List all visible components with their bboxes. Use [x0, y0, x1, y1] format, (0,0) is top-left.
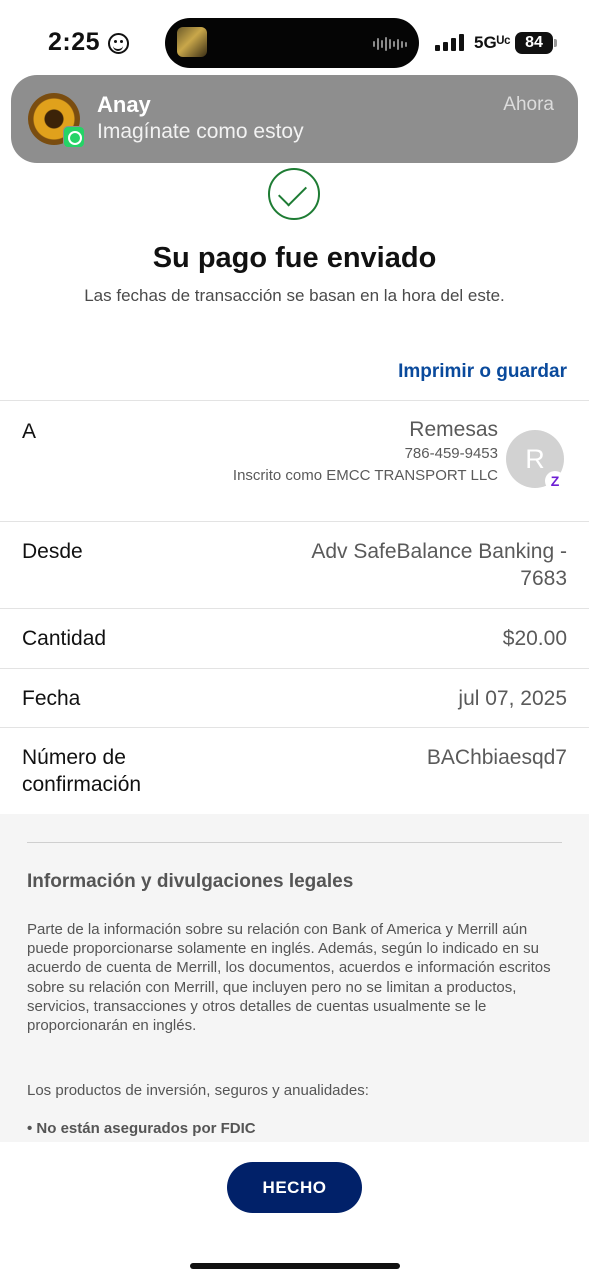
focus-smiley-icon	[108, 33, 129, 54]
notification-message: Imagínate como estoy	[97, 120, 304, 143]
amount-value: $20.00	[502, 627, 567, 650]
date-label: Fecha	[22, 687, 81, 710]
notification-time: Ahora	[503, 94, 554, 115]
status-time: 2:25	[48, 28, 101, 56]
page-subtitle: Las fechas de transacción se basan en la…	[84, 286, 505, 305]
amount-label: Cantidad	[22, 627, 107, 650]
divider	[0, 727, 589, 728]
divider	[0, 608, 589, 609]
success-check-icon	[268, 168, 320, 220]
home-indicator[interactable]	[190, 1263, 400, 1269]
recipient-name: Remesas	[409, 418, 498, 441]
notification-sender: Anay	[97, 92, 151, 117]
print-or-save-link[interactable]: Imprimir o guardar	[398, 361, 567, 383]
legal-disclosures[interactable]: Información y divulgaciones legales Part…	[0, 814, 589, 1142]
zelle-icon: Z	[545, 471, 565, 491]
recipient-phone: 786-459-9453	[404, 445, 498, 462]
now-playing-artwork	[177, 27, 207, 57]
recipient-enrolled-as: Inscrito como EMCC TRANSPORT LLC	[232, 467, 498, 484]
confirmation-label: Número de confirmación	[22, 746, 142, 796]
legal-bullet: • No están asegurados por FDIC	[27, 1120, 256, 1137]
from-label: Desde	[22, 540, 83, 563]
notification-banner[interactable]: Anay Imagínate como estoy Ahora	[11, 75, 578, 163]
legal-divider	[27, 842, 562, 843]
page-title: Su pago fue enviado	[152, 242, 437, 274]
legal-products-intro: Los productos de inversión, seguros y an…	[27, 1082, 369, 1099]
legal-title: Información y divulgaciones legales	[27, 871, 354, 892]
divider	[0, 521, 589, 522]
dynamic-island[interactable]	[165, 18, 419, 68]
done-button[interactable]: HECHO	[227, 1162, 362, 1213]
date-value: jul 07, 2025	[458, 687, 567, 710]
battery-cap	[554, 39, 557, 47]
legal-paragraph: Parte de la información sobre su relació…	[27, 921, 551, 1035]
divider	[0, 668, 589, 669]
whatsapp-icon	[63, 126, 85, 148]
network-type: 5Gᵁᶜ	[474, 33, 511, 52]
to-label: A	[22, 420, 37, 443]
confirmation-value: BAChbiaesqd7	[426, 746, 567, 769]
from-account-value: Adv SafeBalance Banking - 7683	[311, 540, 567, 590]
audio-waveform-icon	[373, 37, 407, 51]
cellular-signal-icon	[435, 34, 464, 51]
battery-icon: 84	[515, 32, 553, 54]
divider	[0, 400, 589, 401]
